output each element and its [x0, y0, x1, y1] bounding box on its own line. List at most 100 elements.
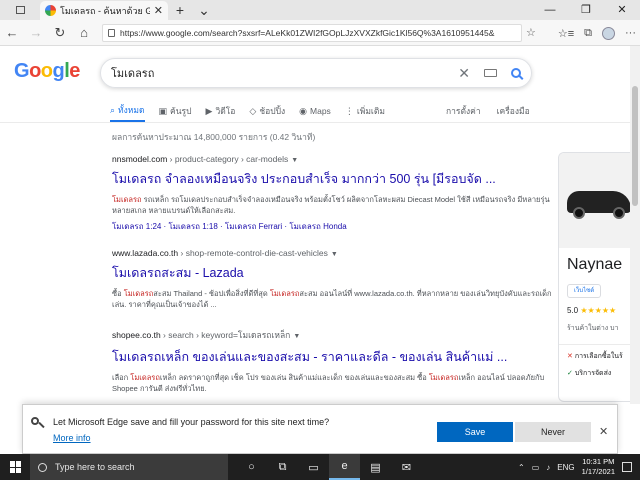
search-icon: [38, 462, 47, 472]
refresh-icon[interactable]: ↻: [48, 25, 72, 41]
tab-all[interactable]: ⌕ ทั้งหมด: [110, 100, 145, 122]
keyboard-icon[interactable]: [484, 69, 497, 77]
windows-taskbar: Type here to search ○ ⧉ ▭ e ▤ ✉ ⌃ ▭ ♪ EN…: [0, 454, 640, 480]
browser-tools: ☆≡ ⧉ ···: [558, 20, 636, 46]
search-input[interactable]: โมเดลรถ: [111, 64, 458, 82]
settings-link[interactable]: การตั้งค่า: [446, 104, 481, 118]
clock[interactable]: 10:31 PM 1/17/2021: [582, 457, 615, 477]
address-toolbar: ← → ↻ ⌂ https://www.google.com/search?sx…: [0, 20, 640, 46]
chevron-up-icon[interactable]: ⌃: [518, 463, 525, 472]
new-tab-button[interactable]: +: [168, 1, 192, 20]
home-icon[interactable]: ⌂: [72, 25, 96, 40]
back-icon[interactable]: ←: [0, 25, 24, 40]
tab-strip: โมเดลรถ - ค้นหาด้วย Goog ✕ + ⌄ — ❐ ✕: [0, 0, 640, 20]
favorite-star-icon[interactable]: ☆: [526, 26, 536, 39]
settings-menu-icon[interactable]: ···: [625, 27, 636, 39]
result-menu-icon[interactable]: ▼: [293, 333, 300, 340]
key-icon: [31, 417, 39, 425]
browser-tab[interactable]: โมเดลรถ - ค้นหาด้วย Goog ✕: [40, 1, 168, 20]
page-scrollbar[interactable]: [630, 46, 640, 404]
tab-menu-icon[interactable]: ⌄: [192, 1, 216, 20]
result-path: › search › keyword=โมเดลรถเหล็ก: [160, 330, 291, 340]
save-button[interactable]: Save: [437, 422, 513, 442]
tools-link[interactable]: เครื่องมือ: [497, 104, 530, 118]
result-snippet: เลือก โมเดลรถเหล็ก ลดราคาถูกที่สุด เช็ค …: [112, 372, 552, 394]
google-favicon-icon: [45, 5, 56, 16]
collections-icon[interactable]: ⧉: [584, 27, 592, 40]
search-icon[interactable]: [511, 68, 521, 78]
snippet-part: รถเหล็ก รถโมเดลประกอบสำเร็จจำลองเหมือนจร…: [112, 195, 550, 215]
tab-maps[interactable]: ◉ Maps: [299, 100, 331, 122]
result-sitelinks[interactable]: โมเดลรถ 1:24 · โมเดลรถ 1:18 · โมเดลรถ Fe…: [112, 220, 552, 233]
snippet-part: โมเดลรถ: [130, 373, 160, 382]
cross-icon: ✕: [567, 353, 573, 360]
website-button[interactable]: เว็บไซต์: [567, 284, 601, 298]
start-button[interactable]: [10, 461, 22, 473]
tab-title: โมเดลรถ - ค้นหาด้วย Goog: [60, 5, 150, 16]
tab-actions[interactable]: [0, 0, 40, 20]
edge-icon[interactable]: e: [329, 454, 360, 480]
snippet-part: สะสม Thailand - ช้อปเพื่อสิ่งที่ดีที่สุด: [153, 289, 270, 298]
tab-actions-icon[interactable]: [15, 6, 25, 14]
snippet-part: เหล็ก ลดราคาถูกที่สุด เช็ค โปร ของเล่น ส…: [159, 373, 429, 382]
close-icon[interactable]: ✕: [599, 425, 608, 438]
car-image[interactable]: [559, 153, 630, 248]
minimize-icon[interactable]: —: [532, 0, 568, 20]
result-url[interactable]: shopee.co.th › search › keyword=โมเดลรถเ…: [112, 328, 552, 342]
network-icon[interactable]: ▭: [532, 463, 540, 472]
option-label: การเลือกซื้อในร้: [574, 353, 623, 360]
tab-close-icon[interactable]: ✕: [154, 4, 163, 17]
file-explorer-icon[interactable]: ▭: [298, 454, 329, 480]
result-menu-icon[interactable]: ▼: [331, 251, 338, 258]
result-menu-icon[interactable]: ▼: [291, 157, 298, 164]
url-text[interactable]: https://www.google.com/search?sxsrf=ALeK…: [120, 28, 516, 38]
google-logo[interactable]: Google: [14, 60, 80, 83]
star-rating-icon: ★★★★★: [580, 306, 617, 315]
result-site: www.lazada.co.th: [112, 248, 179, 258]
clock-time: 10:31 PM: [582, 457, 615, 466]
search-result: nnsmodel.com › product-category › car-mo…: [112, 154, 552, 233]
more-info-link[interactable]: More info: [53, 433, 91, 443]
result-url[interactable]: nnsmodel.com › product-category › car-mo…: [112, 154, 552, 164]
google-results-page: Google โมเดลรถ ✕ ⌕ ทั้งหมด ▣ ค้นรูป ▶ วิ…: [0, 46, 630, 404]
result-title[interactable]: โมเดลรถ จำลองเหมือนจริง ประกอบสำเร็จ มาก…: [112, 169, 552, 189]
panel-option: ✕ การเลือกซื้อในร้: [559, 345, 630, 362]
language-indicator[interactable]: ENG: [557, 463, 574, 472]
task-view-icon[interactable]: ⧉: [267, 454, 298, 480]
store-icon[interactable]: ▤: [360, 454, 391, 480]
tab-images[interactable]: ▣ ค้นรูป: [159, 100, 192, 122]
result-site: shopee.co.th: [112, 330, 161, 340]
lock-icon[interactable]: [108, 28, 115, 37]
result-title[interactable]: โมเดลรถเหล็ก ของเล่นและของสะสม - ราคาและ…: [112, 347, 552, 367]
search-result: shopee.co.th › search › keyword=โมเดลรถเ…: [112, 328, 552, 394]
tab-shopping[interactable]: ◇ ช้อปปิ้ง: [249, 100, 285, 122]
pin-icon: ◉: [299, 105, 308, 116]
forward-icon[interactable]: →: [24, 25, 48, 40]
cortana-icon[interactable]: ○: [236, 454, 267, 480]
address-bar[interactable]: https://www.google.com/search?sxsrf=ALeK…: [102, 23, 522, 42]
mail-icon[interactable]: ✉: [391, 454, 422, 480]
profile-avatar[interactable]: [602, 26, 615, 40]
image-icon: ▣: [158, 105, 168, 116]
tab-videos[interactable]: ▶ วิดีโอ: [206, 100, 236, 122]
result-url[interactable]: www.lazada.co.th › shop-remote-control-d…: [112, 248, 552, 258]
favorites-bar-icon[interactable]: ☆≡: [558, 27, 574, 40]
result-title[interactable]: โมเดลรถสะสม - Lazada: [112, 263, 552, 283]
never-button[interactable]: Never: [515, 422, 591, 442]
panel-title: Naynae: [567, 256, 623, 273]
notification-icon[interactable]: [622, 462, 632, 472]
panel-option: ✓ บริการจัดส่ง: [559, 362, 630, 379]
volume-icon[interactable]: ♪: [546, 463, 550, 472]
taskbar-search[interactable]: Type here to search: [30, 454, 228, 480]
search-box[interactable]: โมเดลรถ ✕: [100, 58, 532, 88]
snippet-part: โมเดลรถ: [428, 373, 459, 382]
tab-more[interactable]: ⋮ เพิ่มเติม: [345, 100, 385, 122]
video-icon: ▶: [205, 105, 213, 116]
search-icon: ⌕: [110, 104, 116, 115]
maximize-icon[interactable]: ❐: [568, 0, 604, 20]
tab-label: ทั้งหมด: [118, 105, 145, 115]
tab-label: เพิ่มเติม: [356, 106, 385, 116]
close-window-icon[interactable]: ✕: [604, 0, 640, 20]
clear-search-icon[interactable]: ✕: [458, 65, 470, 82]
scrollbar-thumb[interactable]: [632, 86, 638, 206]
